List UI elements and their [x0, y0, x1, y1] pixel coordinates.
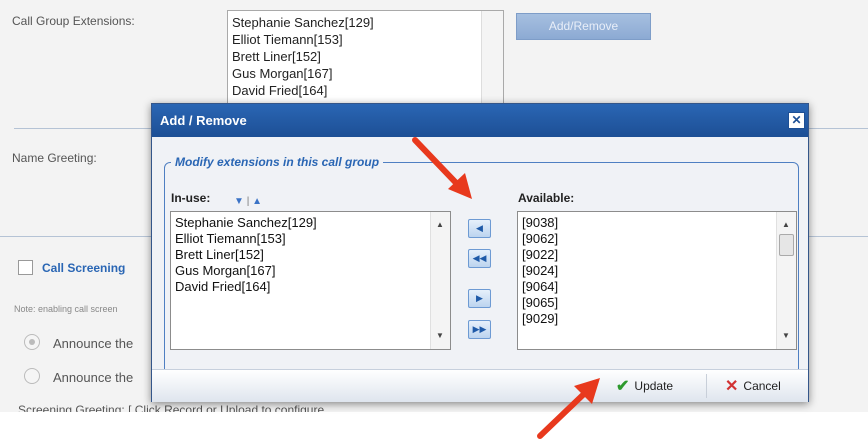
name-greeting-label: Name Greeting: [12, 151, 97, 165]
list-item[interactable]: Brett Liner[152] [175, 247, 450, 263]
scroll-thumb[interactable] [779, 234, 794, 256]
call-group-label: Call Group Extensions: [12, 14, 135, 28]
list-item[interactable]: David Fried[164] [232, 82, 503, 99]
scroll-down-icon[interactable]: ▼ [782, 328, 790, 344]
available-scrollbar[interactable]: ▲ ▼ [776, 212, 796, 349]
in-use-scrollbar[interactable]: ▲ ▼ [430, 212, 450, 349]
cancel-button[interactable]: ✕ Cancel [725, 376, 781, 396]
list-item[interactable]: [9064] [522, 279, 796, 295]
scroll-up-icon[interactable]: ▲ [782, 217, 790, 233]
list-item[interactable]: [9024] [522, 263, 796, 279]
update-button[interactable]: ✔ Update [616, 376, 673, 396]
call-screening-checkbox[interactable] [18, 260, 33, 275]
divider [807, 128, 868, 129]
announce-radio-1[interactable] [24, 334, 40, 350]
in-use-label: In-use: [171, 191, 211, 205]
list-item[interactable]: Gus Morgan[167] [232, 65, 503, 82]
x-icon: ✕ [725, 378, 739, 395]
announce-label-1: Announce the [53, 336, 134, 351]
add-remove-button[interactable]: Add/Remove [516, 13, 651, 40]
announce-label-2: Announce the [53, 370, 134, 385]
list-item[interactable]: [9038] [522, 215, 796, 231]
close-icon[interactable]: ✕ [788, 112, 805, 129]
scroll-up-icon[interactable]: ▲ [436, 217, 444, 233]
dialog-footer: ✔ Update ✕ Cancel [152, 369, 808, 402]
list-item[interactable]: Stephanie Sanchez[129] [232, 14, 503, 31]
move-one-right-button[interactable]: ▶ [468, 289, 491, 308]
sort-up-icon[interactable]: ▲ [252, 196, 262, 207]
list-item[interactable]: [9062] [522, 231, 796, 247]
move-one-left-button[interactable]: ◀ [468, 219, 491, 238]
scroll-down-icon[interactable]: ▼ [436, 328, 444, 344]
fieldset-legend: Modify extensions in this call group [171, 155, 384, 169]
sort-controls[interactable]: ▼ | ▲ [234, 196, 262, 207]
list-item[interactable]: Stephanie Sanchez[129] [175, 215, 450, 231]
list-item[interactable]: [9029] [522, 311, 796, 327]
call-group-extensions-list[interactable]: Stephanie Sanchez[129] Elliot Tiemann[15… [227, 10, 504, 106]
available-label: Available: [518, 191, 575, 205]
dialog-title: Add / Remove [160, 113, 247, 128]
check-icon: ✔ [616, 378, 630, 395]
list-item[interactable]: Elliot Tiemann[153] [175, 231, 450, 247]
cancel-label: Cancel [743, 379, 781, 393]
add-remove-dialog: Add / Remove ✕ Modify extensions in this… [151, 103, 809, 402]
screening-greeting-text: Screening Greeting: [ Click Record or Up… [18, 403, 325, 412]
button-separator [706, 374, 707, 398]
sort-down-icon[interactable]: ▼ [234, 196, 244, 207]
list-item[interactable]: [9022] [522, 247, 796, 263]
announce-radio-2[interactable] [24, 368, 40, 384]
annotation-arrow-bottom [537, 378, 600, 439]
divider [0, 236, 151, 237]
call-screening-label: Call Screening [42, 261, 126, 275]
list-item[interactable]: Gus Morgan[167] [175, 263, 450, 279]
annotation-arrow-top [412, 137, 472, 199]
move-all-left-button[interactable]: ◀◀ [468, 249, 491, 268]
note-text: Note: enabling call screen [14, 304, 118, 314]
update-label: Update [634, 379, 674, 393]
available-list[interactable]: [9038] [9062] [9022] [9024] [9064] [9065… [517, 211, 797, 350]
list-item[interactable]: [9065] [522, 295, 796, 311]
scrollbar[interactable] [481, 11, 503, 105]
list-item[interactable]: David Fried[164] [175, 279, 450, 295]
dialog-titlebar[interactable]: Add / Remove ✕ [152, 104, 808, 137]
list-item[interactable]: Brett Liner[152] [232, 48, 503, 65]
divider [807, 236, 868, 237]
in-use-list[interactable]: Stephanie Sanchez[129] Elliot Tiemann[15… [170, 211, 451, 350]
list-item[interactable]: Elliot Tiemann[153] [232, 31, 503, 48]
divider [14, 128, 151, 129]
sort-separator: | [246, 196, 250, 207]
move-all-right-button[interactable]: ▶▶ [468, 320, 491, 339]
